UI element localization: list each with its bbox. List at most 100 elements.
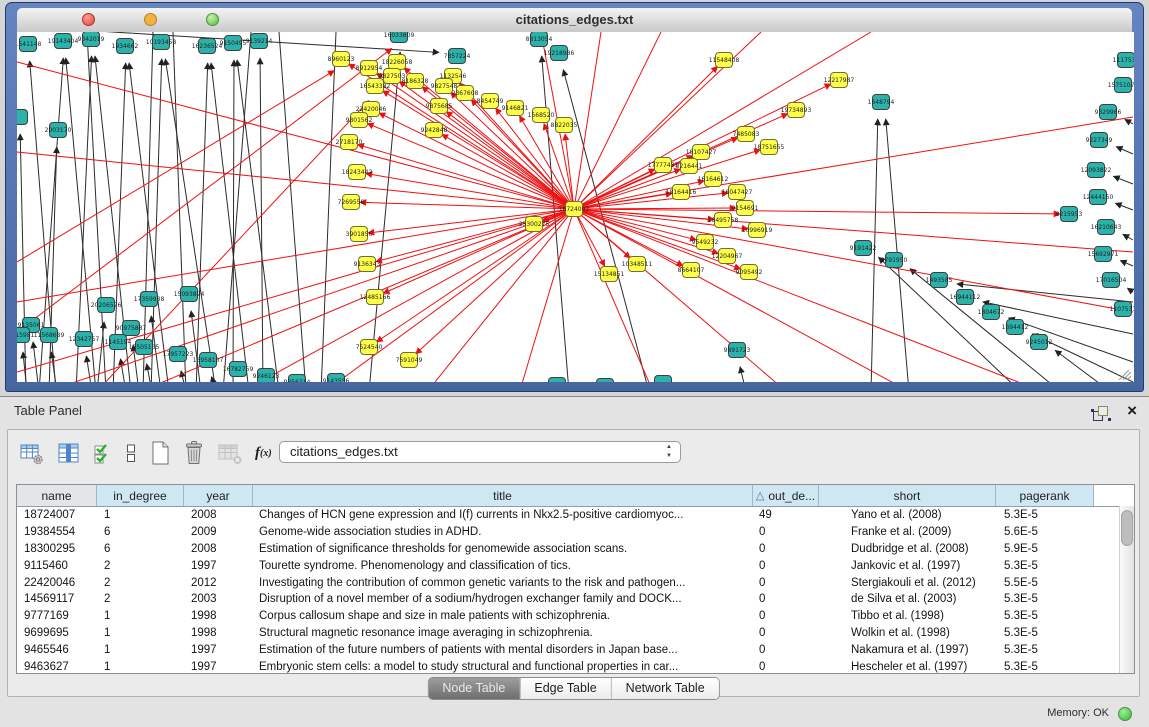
graph-node[interactable]: 1145194 — [105, 335, 132, 350]
column-header-title[interactable]: title — [253, 485, 753, 506]
graph-node[interactable]: 9150495 — [220, 36, 247, 51]
table-scrollbar-thumb[interactable] — [1121, 510, 1133, 546]
graph-node[interactable]: 10996919 — [742, 223, 773, 238]
graph-node[interactable]: 9095492 — [736, 265, 763, 280]
graph-node[interactable]: 11548408 — [709, 53, 740, 68]
graph-node[interactable]: 9246123 — [253, 369, 280, 383]
table-row[interactable]: 977716911998Corpus callosum shape and si… — [17, 608, 1134, 625]
graph-node[interactable]: 12093822 — [1081, 163, 1112, 178]
table-row[interactable]: 1872400712008Changes of HCN gene express… — [17, 507, 1134, 524]
graph-node[interactable]: 3901856 — [346, 227, 373, 242]
graph-node[interactable]: 16944112 — [950, 290, 981, 305]
graph-node[interactable]: 16782759 — [223, 362, 254, 377]
table-row[interactable]: 911546021997Tourette syndrome. Phenomeno… — [17, 557, 1134, 574]
graph-node[interactable]: 1541148 — [17, 37, 42, 52]
column-header-year[interactable]: year — [184, 485, 253, 506]
table-row[interactable]: 969969511998Structural magnetic resonanc… — [17, 625, 1134, 642]
graph-node[interactable]: 9875685 — [426, 99, 453, 114]
graph-node[interactable]: 9342019 — [78, 32, 105, 47]
graph-node[interactable]: 9146821 — [502, 101, 529, 116]
graph-node[interactable]: 9143556 — [323, 374, 350, 383]
table-row[interactable]: 1938455462009Genome-wide association stu… — [17, 524, 1134, 541]
graph-node[interactable] — [17, 110, 28, 125]
close-panel-icon[interactable]: × — [1127, 401, 1137, 421]
graph-node[interactable] — [549, 378, 566, 383]
graph-node[interactable]: 9227349 — [1086, 133, 1113, 148]
graph-node[interactable]: 9891723 — [724, 343, 751, 358]
rows-icon[interactable] — [125, 440, 137, 466]
graph-node[interactable]: 19218986 — [544, 46, 575, 61]
delete-icon[interactable] — [183, 440, 205, 466]
graph-node[interactable]: 16033809 — [384, 32, 415, 43]
table-scrollbar[interactable] — [1119, 506, 1134, 673]
import-table-icon[interactable] — [217, 440, 243, 466]
column-header-name[interactable]: name — [17, 485, 97, 506]
graph-node[interactable]: 9329966 — [1095, 105, 1122, 120]
graph-node[interactable]: 19143404 — [48, 34, 79, 49]
graph-node[interactable]: 17957223 — [163, 347, 194, 362]
column-header-in_degree[interactable]: in_degree — [97, 485, 184, 506]
graph-node[interactable]: 1568520 — [528, 108, 555, 123]
graph-node[interactable]: 90975887 — [116, 321, 147, 336]
graph-node[interactable]: 7591049 — [396, 353, 423, 368]
graph-node[interactable]: 12342757 — [69, 332, 100, 347]
show-columns-icon[interactable] — [56, 440, 81, 466]
graph-node[interactable]: 2003170 — [45, 123, 72, 138]
table-row[interactable]: 946362711997Embryonic stem cells: a mode… — [17, 658, 1134, 674]
table-row[interactable]: 1456911722003Disruption of a novel membe… — [17, 591, 1134, 608]
graph-node[interactable]: 18164416 — [666, 185, 697, 200]
float-panel-icon[interactable] — [1093, 406, 1109, 420]
graph-node[interactable]: 8822035 — [551, 118, 578, 133]
graph-node[interactable]: 9245012 — [1026, 335, 1053, 350]
graph-node[interactable]: 1694412 — [1002, 320, 1029, 335]
graph-node[interactable]: 16236524 — [192, 39, 223, 54]
graph-node[interactable] — [655, 376, 672, 383]
table-row[interactable]: 2242004622012Investigating the contribut… — [17, 574, 1134, 591]
column-header-short[interactable]: short — [819, 485, 996, 506]
tab-node-table[interactable]: Node Table — [428, 678, 519, 699]
graph-node[interactable]: 18243442 — [342, 165, 373, 180]
table-row[interactable]: 1830029562008Estimation of significance … — [17, 541, 1134, 558]
graph-node[interactable]: 1648794 — [868, 95, 895, 110]
graph-node[interactable]: 9154691 — [732, 201, 759, 216]
graph-node[interactable]: 18751655 — [754, 140, 785, 155]
graph-node[interactable]: 1117532 — [1113, 53, 1134, 68]
graph-node[interactable]: 15751074 — [1108, 78, 1134, 93]
graph-node[interactable]: 10348511 — [622, 257, 653, 272]
tab-network-table[interactable]: Network Table — [611, 678, 719, 699]
graph-node[interactable]: 9191422 — [850, 241, 877, 256]
graph-node[interactable]: 15134851 — [594, 267, 625, 282]
graph-node[interactable]: 8813054 — [526, 32, 553, 47]
graph-node[interactable]: 9136343 — [354, 257, 381, 272]
graph-node[interactable]: 17016504 — [1096, 273, 1127, 288]
select-columns-icon[interactable] — [93, 440, 113, 466]
graph-node[interactable]: 8215953 — [1056, 207, 1083, 222]
tab-edge-table[interactable]: Edge Table — [519, 678, 610, 699]
function-builder-icon[interactable]: f(x) — [255, 440, 272, 466]
graph-node[interactable]: 18226058 — [382, 55, 413, 70]
column-header-pagerank[interactable]: pagerank — [996, 485, 1094, 506]
graph-node[interactable]: 9549232 — [692, 235, 719, 250]
graph-node[interactable]: 1934662 — [112, 39, 139, 54]
graph-node[interactable]: 1804672 — [978, 305, 1005, 320]
table-row[interactable]: 946554611997Estimation of the future num… — [17, 641, 1134, 658]
graph-node[interactable]: 10193458 — [146, 35, 177, 50]
network-canvas[interactable]: 1541148 191434049342019 1934662 10193458 162… — [17, 32, 1134, 382]
table-source-dropdown[interactable]: citations_edges.txt ▲▼ — [279, 441, 681, 463]
graph-node[interactable]: 7485083 — [733, 127, 760, 142]
graph-node[interactable]: 8960123 — [328, 52, 355, 67]
graph-node[interactable]: 17359938 — [134, 292, 165, 307]
window-titlebar[interactable]: citations_edges.txt — [17, 8, 1132, 33]
graph-node[interactable]: 16047427 — [722, 185, 753, 200]
column-header-out_degree[interactable]: △out_de... — [753, 485, 819, 506]
graph-node[interactable]: 1107531 — [1110, 302, 1134, 317]
graph-node[interactable] — [597, 379, 614, 383]
graph-node[interactable]: 9356214 — [284, 375, 311, 383]
memory-status-icon[interactable] — [1118, 707, 1132, 721]
graph-node[interactable]: 3216441 — [676, 159, 703, 174]
table-options-icon[interactable] — [19, 440, 44, 466]
resize-grip-icon[interactable] — [1119, 370, 1131, 380]
graph-node[interactable]: 7269556 — [338, 195, 365, 210]
graph-node[interactable]: 12444150 — [1083, 190, 1114, 205]
graph-node[interactable]: 12204967 — [712, 249, 743, 264]
